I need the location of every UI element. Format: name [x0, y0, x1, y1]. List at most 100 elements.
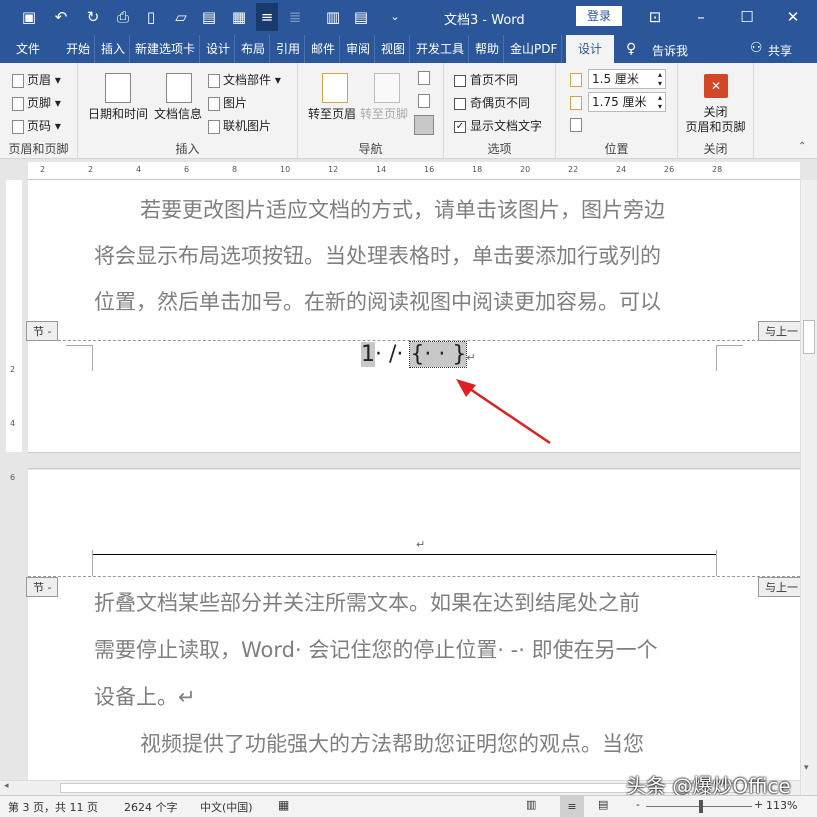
- tab-layout[interactable]: 布局: [237, 35, 270, 63]
- new-document-icon[interactable]: ▯: [140, 6, 162, 28]
- share-button[interactable]: 共享: [768, 42, 792, 59]
- datetime-button[interactable]: 日期和时间: [88, 105, 148, 122]
- empty-field[interactable]: {· · }: [410, 342, 466, 367]
- body-line[interactable]: 位置，然后单击加号。在新的阅读视图中阅读更加容易。可以: [94, 286, 718, 316]
- paste-icon[interactable]: ▤: [198, 6, 220, 28]
- close-header-footer-button[interactable]: 关闭页眉和页脚: [678, 105, 753, 135]
- ribbon-display-icon[interactable]: ⊡: [644, 6, 666, 28]
- footer-button[interactable]: 页脚 ▾: [12, 94, 61, 111]
- checkbox-label: 奇偶页不同: [470, 96, 530, 110]
- login-button[interactable]: 登录: [576, 6, 622, 26]
- redo-icon[interactable]: ↻: [82, 6, 104, 28]
- body-line[interactable]: 折叠文档某些部分并关注所需文本。如果在达到结尾处之前: [94, 587, 718, 617]
- picture-label: 图片: [223, 96, 247, 110]
- previous-section-icon[interactable]: [418, 71, 430, 85]
- group-navigation: 转至页眉 转至页脚 导航: [298, 63, 444, 159]
- tab-mailings[interactable]: 邮件: [307, 35, 340, 63]
- body-line[interactable]: 将会显示布局选项按钮。当处理表格时，单击要添加行或列的: [94, 240, 718, 270]
- quick-parts-button[interactable]: 文档部件 ▾: [208, 71, 281, 88]
- tab-new[interactable]: 新建选项卡: [131, 35, 200, 63]
- close-icon[interactable]: ✕: [782, 6, 804, 28]
- next-section-icon[interactable]: [418, 94, 430, 108]
- footer-position-input[interactable]: 1.75 厘米▴▾: [588, 92, 666, 112]
- insert-alignment-tab-icon[interactable]: [570, 118, 582, 132]
- maximize-icon[interactable]: ☐: [736, 6, 758, 28]
- scroll-left-icon[interactable]: ◂: [4, 781, 9, 791]
- tab-review[interactable]: 审阅: [342, 35, 375, 63]
- undo-icon[interactable]: ↶: [50, 6, 72, 28]
- tab-home[interactable]: 开始: [62, 35, 95, 63]
- open-icon[interactable]: ▱: [170, 6, 192, 28]
- ruler-tick: 10: [280, 165, 290, 174]
- page-count[interactable]: 第 3 页，共 11 页: [8, 799, 98, 815]
- collapse-ribbon-icon[interactable]: ⌃: [798, 141, 806, 152]
- calculator-icon[interactable]: ▦: [228, 6, 250, 28]
- spinner-icon[interactable]: ▴▾: [658, 93, 662, 111]
- tab-references[interactable]: 引用: [272, 35, 305, 63]
- footer-page-number[interactable]: 1· /· {· · }↵: [361, 342, 476, 367]
- format-icon[interactable]: ≣: [284, 6, 306, 28]
- docinfo-button[interactable]: 文档信息: [154, 105, 202, 122]
- page-field[interactable]: 1: [361, 342, 375, 367]
- title-bar: ▣ ↶ ↻ ⎙ ▯ ▱ ▤ ▦ ≡ ≣ ▥ ▤ ⌄ 文档3 - Word 登录 …: [0, 0, 817, 35]
- tab-help[interactable]: 帮助: [471, 35, 504, 63]
- spinner-icon[interactable]: ▴▾: [658, 70, 662, 88]
- page-number-button[interactable]: 页码 ▾: [12, 117, 61, 134]
- group-options: 首页不同 奇偶页不同 ✓显示文档文字 选项: [444, 63, 556, 159]
- body-line[interactable]: 设备上。↵: [94, 681, 718, 711]
- body-line[interactable]: 视频提供了功能强大的方法帮助您证明您的观点。当您: [94, 728, 718, 758]
- read-mode-icon[interactable]: ▥: [526, 798, 536, 811]
- tell-me[interactable]: 告诉我: [652, 42, 688, 59]
- zoom-level[interactable]: 113%: [766, 799, 797, 812]
- vertical-ruler[interactable]: 246: [6, 180, 22, 452]
- vertical-scrollbar[interactable]: ▾: [800, 180, 817, 795]
- paragraph-mark: ↵: [466, 351, 475, 364]
- language[interactable]: 中文(中国): [200, 799, 253, 815]
- ruler-tick: 4: [136, 165, 141, 174]
- show-document-text-checkbox[interactable]: ✓显示文档文字: [454, 117, 542, 134]
- parts-icon: [208, 74, 220, 88]
- zoom-out-icon[interactable]: -: [636, 798, 640, 811]
- first-page-different-checkbox[interactable]: 首页不同: [454, 71, 518, 88]
- tab-developer[interactable]: 开发工具: [412, 35, 469, 63]
- clipboard-icon[interactable]: ▤: [350, 6, 372, 28]
- header-position-value: 1.5 厘米: [592, 72, 639, 86]
- goto-header-icon: [322, 73, 348, 103]
- body-line[interactable]: 需要停止读取，Word· 会记住您的停止位置· -· 即使在另一个: [94, 634, 718, 664]
- zoom-in-icon[interactable]: +: [754, 798, 763, 811]
- print-layout-icon[interactable]: ≡: [560, 796, 584, 817]
- header-button[interactable]: 页眉 ▾: [12, 71, 61, 88]
- save-icon[interactable]: ▣: [18, 6, 40, 28]
- word-count[interactable]: 2624 个字: [124, 799, 178, 815]
- horizontal-ruler[interactable]: 2246810121416182022242628: [28, 162, 800, 180]
- tab-hf-design[interactable]: 设计: [566, 35, 614, 63]
- tab-design[interactable]: 设计: [202, 35, 235, 63]
- tab-file[interactable]: 文件: [12, 35, 44, 63]
- print-preview-icon[interactable]: ⎙: [112, 6, 134, 28]
- scroll-down-icon[interactable]: ▾: [804, 763, 809, 773]
- online-picture-button[interactable]: 联机图片: [208, 117, 271, 134]
- link-to-previous-icon[interactable]: [414, 115, 434, 135]
- same-as-previous-tag: 与上一: [758, 577, 805, 597]
- goto-footer-button[interactable]: 转至页脚: [360, 105, 408, 122]
- zoom-slider-thumb[interactable]: [699, 800, 703, 813]
- customize-qat-icon[interactable]: ⌄: [384, 6, 406, 28]
- web-layout-icon[interactable]: ▤: [598, 798, 608, 811]
- group-label: 位置: [556, 140, 677, 157]
- scrollbar-thumb[interactable]: [803, 320, 815, 354]
- goto-header-button[interactable]: 转至页眉: [308, 105, 356, 122]
- close-header-footer-icon[interactable]: ✕: [704, 74, 728, 98]
- tab-insert[interactable]: 插入: [97, 35, 130, 63]
- header-position-input[interactable]: 1.5 厘米 ▴▾: [588, 69, 666, 89]
- macro-icon[interactable]: ▦: [278, 798, 289, 812]
- page-view-icon[interactable]: ≡: [256, 3, 278, 31]
- ruler-tick: 12: [328, 165, 338, 174]
- header-border-line: [92, 554, 717, 555]
- odd-even-different-checkbox[interactable]: 奇偶页不同: [454, 94, 530, 111]
- columns-icon[interactable]: ▥: [322, 6, 344, 28]
- tab-view[interactable]: 视图: [377, 35, 410, 63]
- picture-button[interactable]: 图片: [208, 94, 247, 111]
- body-line[interactable]: 若要更改图片适应文档的方式，请单击该图片，图片旁边: [94, 194, 718, 224]
- minimize-icon[interactable]: –: [690, 6, 712, 28]
- tab-pdf[interactable]: 金山PDF: [506, 35, 562, 63]
